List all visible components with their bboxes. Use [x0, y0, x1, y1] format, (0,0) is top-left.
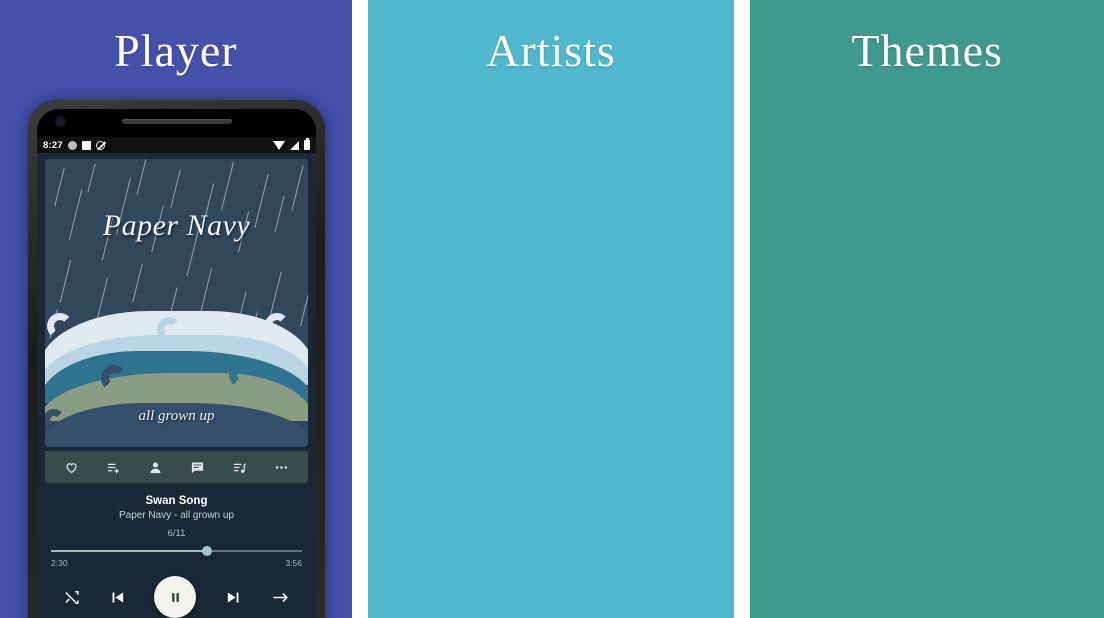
- status-bar: 8:27: [37, 137, 316, 153]
- screen-player: 8:27 Paper Navy all grown up Swan Song P…: [37, 137, 316, 618]
- battery-icon: [304, 138, 310, 150]
- panel-artists: Artists 8:20: [367, 0, 735, 618]
- album-art[interactable]: Paper Navy all grown up: [45, 159, 308, 447]
- heart-icon[interactable]: [61, 456, 83, 478]
- shuffle-off-icon[interactable]: [63, 589, 80, 606]
- repeat-arrow-icon[interactable]: [271, 588, 290, 607]
- album-art-subtitle: all grown up: [138, 408, 215, 424]
- phone-inner: 8:27 Paper Navy all grown up Swan Song P…: [37, 109, 316, 618]
- now-playing-meta: Swan Song Paper Navy - all grown up 6/11: [37, 495, 316, 539]
- seek-slider[interactable]: [51, 545, 302, 557]
- status-time: 8:27: [43, 139, 63, 151]
- panel-title-artists: Artists: [486, 25, 616, 76]
- panel-divider-2: [734, 0, 751, 618]
- person-icon[interactable]: [145, 456, 167, 478]
- panel-themes: Themes 8:23: [750, 0, 1104, 618]
- next-icon[interactable]: [225, 589, 242, 606]
- wifi-icon: [273, 140, 285, 150]
- album-art-title: Paper Navy: [102, 209, 251, 242]
- signal-icon: [290, 140, 299, 150]
- elapsed-time: 2:30: [51, 558, 68, 568]
- panel-player: Player 8:27 Paper Navy all grown up Swan…: [0, 0, 352, 618]
- front-camera: [55, 116, 66, 127]
- track-title: Swan Song: [145, 495, 208, 507]
- screenshot-root: Player 8:27 Paper Navy all grown up Swan…: [0, 0, 1104, 618]
- speaker-grille: [121, 119, 232, 124]
- track-counter: 6/11: [167, 528, 186, 539]
- panel-title-themes: Themes: [851, 25, 1003, 76]
- panel-divider-1: [351, 0, 368, 618]
- pause-button[interactable]: [154, 576, 197, 618]
- seek-knob[interactable]: [201, 546, 212, 556]
- phone-mockup-player: 8:27 Paper Navy all grown up Swan Song P…: [28, 100, 325, 618]
- do-not-disturb-icon: [95, 140, 105, 150]
- track-artist-album: Paper Navy - all grown up: [118, 510, 235, 521]
- more-icon[interactable]: [270, 456, 292, 478]
- player-action-row: [45, 451, 308, 483]
- circle-icon: [67, 140, 77, 150]
- playlist-add-icon[interactable]: [103, 456, 125, 478]
- seek-times: 2:30 3:56: [51, 558, 302, 568]
- previous-icon[interactable]: [109, 589, 126, 606]
- sim-card-icon: [81, 140, 91, 150]
- transport-controls: [37, 576, 316, 618]
- panel-title-player: Player: [114, 25, 238, 76]
- lyrics-icon[interactable]: [186, 456, 208, 478]
- total-time: 3:56: [285, 558, 302, 568]
- queue-icon[interactable]: [228, 456, 250, 478]
